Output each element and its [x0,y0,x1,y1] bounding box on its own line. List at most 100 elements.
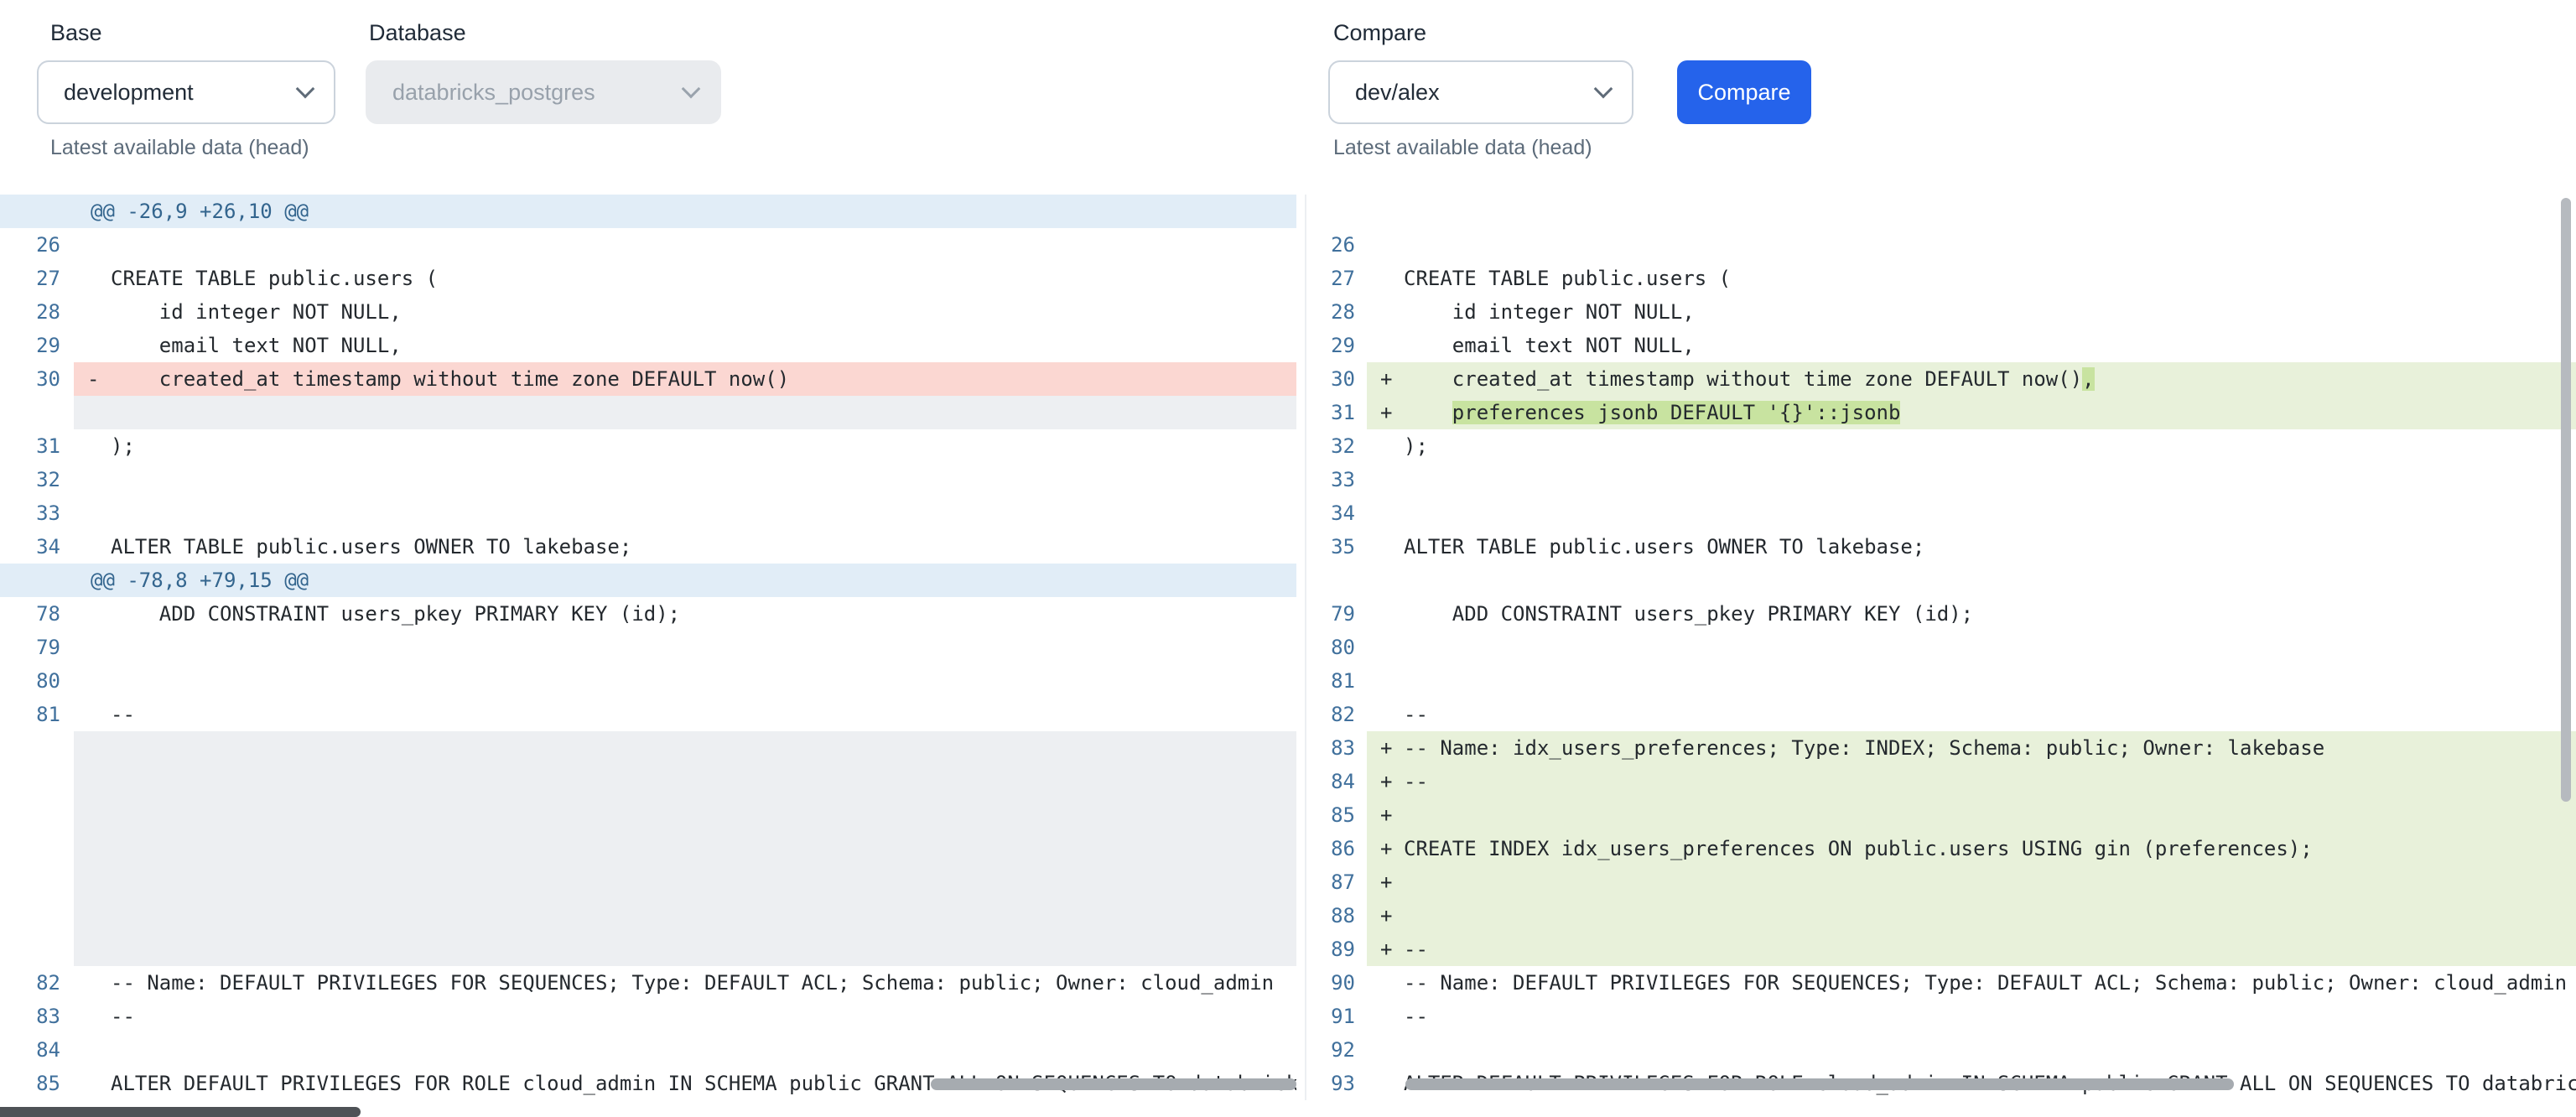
diff-marker [87,765,111,798]
line-number: 84 [0,1033,74,1067]
compare-branch-value: dev/alex [1355,80,1440,106]
diff-row [0,798,1296,832]
diff-marker [1380,597,1404,631]
base-subtitle: Latest available data (head) [50,136,309,160]
hunk-header: @@ -78,8 +79,15 @@ [91,564,309,597]
diff-marker [87,664,111,698]
line-number: 26 [0,228,74,262]
diff-row: 78 ADD CONSTRAINT users_pkey PRIMARY KEY… [0,597,1296,631]
diff-row: 88 + [1315,899,2576,933]
diff-marker [87,228,111,262]
diff-row: 81 [1315,664,2576,698]
code-text: -- Name: DEFAULT PRIVILEGES FOR SEQUENCE… [1404,966,2567,1000]
base-branch-select[interactable]: development [37,60,335,124]
code-text: CREATE INDEX idx_users_preferences ON pu… [1404,832,2313,865]
diff-row: @@ -26,9 +26,10 @@ [0,195,1296,228]
line-number: 78 [0,597,74,631]
diff-marker: + [1380,933,1404,966]
diff-row: 29 email text NOT NULL, [0,329,1296,362]
diff-marker: + [1380,731,1404,765]
diff-right-pane[interactable]: 2627CREATE TABLE public.users (28 id int… [1315,195,2576,1100]
code-text: -- [111,1000,135,1033]
diff-marker: + [1380,899,1404,933]
database-value: databricks_postgres [392,80,595,106]
code-text: -- [1404,698,1428,731]
diff-row: 33 [1315,463,2576,496]
diff-marker [1380,1000,1404,1033]
diff-row: 27CREATE TABLE public.users ( [1315,262,2576,295]
code-text: ADD CONSTRAINT users_pkey PRIMARY KEY (i… [1404,597,1973,631]
line-number: 85 [1315,798,1367,832]
diff-marker [87,597,111,631]
diff-marker [87,865,111,899]
line-number [0,933,74,966]
compare-button[interactable]: Compare [1677,60,1811,124]
line-number: 34 [1315,496,1367,530]
code-text: -- [111,698,135,731]
line-number: 33 [1315,463,1367,496]
line-number: 31 [0,429,74,463]
line-number [0,798,74,832]
code-text: id integer NOT NULL, [1404,295,1695,329]
line-number: 28 [0,295,74,329]
diff-marker [1380,966,1404,1000]
code-text: email text NOT NULL, [111,329,402,362]
line-number: 79 [0,631,74,664]
code-text: ALTER TABLE public.users OWNER TO lakeba… [111,530,631,564]
diff-marker [1380,329,1404,362]
diff-row: 80 [1315,631,2576,664]
code-text: CREATE TABLE public.users ( [111,262,438,295]
line-number: 89 [1315,933,1367,966]
line-number: 85 [0,1067,74,1100]
diff-marker [87,496,111,530]
chevron-down-icon [1594,80,1613,99]
diff-row: 35ALTER TABLE public.users OWNER TO lake… [1315,530,2576,564]
line-number: 29 [0,329,74,362]
line-number: 30 [1315,362,1367,396]
line-number: 32 [0,463,74,496]
diff-marker [87,530,111,564]
right-pane-horizontal-scrollbar[interactable] [1405,1078,2234,1090]
line-number: 84 [1315,765,1367,798]
line-number: 80 [0,664,74,698]
line-number: 82 [0,966,74,1000]
diff-row [0,832,1296,865]
base-label: Base [50,20,102,46]
diff-marker [87,832,111,865]
diff-view: @@ -26,9 +26,10 @@2627CREATE TABLE publi… [0,195,2576,1100]
diff-row [0,765,1296,798]
code-text: -- [1404,1000,1428,1033]
line-number: 88 [1315,899,1367,933]
diff-row: 92 [1315,1033,2576,1067]
line-number: 27 [0,262,74,295]
line-number: 35 [1315,530,1367,564]
page-horizontal-scrollbar[interactable] [0,1107,361,1117]
diff-marker [87,463,111,496]
diff-row: 30+ created_at timestamp without time zo… [1315,362,2576,396]
diff-marker [87,396,111,429]
diff-marker [1380,496,1404,530]
code-text: ); [111,429,135,463]
diff-row: 84 [0,1033,1296,1067]
pane-divider [1305,195,1306,1100]
line-number: 26 [1315,228,1367,262]
line-number [1315,564,1367,597]
diff-row: 34 [1315,496,2576,530]
diff-marker [1380,429,1404,463]
line-number: 93 [1315,1067,1367,1100]
line-number: 34 [0,530,74,564]
diff-row: 79 ADD CONSTRAINT users_pkey PRIMARY KEY… [1315,597,2576,631]
diff-marker [87,731,111,765]
line-number: 92 [1315,1033,1367,1067]
line-number: 28 [1315,295,1367,329]
hunk-header: @@ -26,9 +26,10 @@ [91,195,309,228]
diff-row: 26 [1315,228,2576,262]
compare-branch-select[interactable]: dev/alex [1328,60,1633,124]
diff-left-pane[interactable]: @@ -26,9 +26,10 @@ 2627 CREATE TABLE publi… [0,195,1296,1100]
vertical-scrollbar[interactable] [2561,198,2571,802]
line-number [0,396,74,429]
diff-marker [1380,698,1404,731]
left-pane-horizontal-scrollbar[interactable] [931,1078,1296,1090]
diff-row [0,396,1296,429]
code-text: email text NOT NULL, [1404,329,1695,362]
